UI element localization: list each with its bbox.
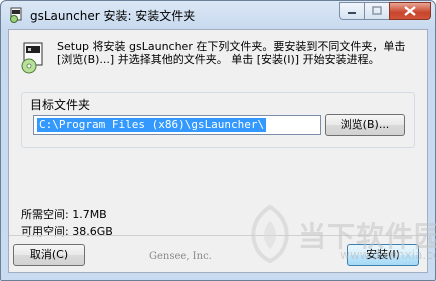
required-space: 所需空间: 1.7MB	[21, 208, 107, 221]
close-icon	[404, 6, 416, 16]
install-path-input[interactable]: C:\Program Files (x86)\gsLauncher\	[33, 115, 321, 135]
browse-button[interactable]: 浏览(B)...	[325, 114, 405, 136]
title-bar[interactable]: gsLauncher 安装: 安装文件夹	[1, 1, 435, 29]
cancel-button[interactable]: 取消(C)	[13, 244, 85, 266]
maximize-button[interactable]	[364, 2, 390, 20]
installer-icon	[8, 7, 24, 23]
watermark-logo-icon	[251, 204, 289, 263]
minimize-button[interactable]	[339, 2, 365, 20]
setup-package-icon	[20, 42, 46, 74]
site-watermark: 当下软件园 www.downxia.com	[240, 195, 436, 281]
window-title: gsLauncher 安装: 安装文件夹	[30, 9, 196, 23]
available-space: 可用空间: 38.6GB	[21, 225, 113, 238]
instructions-text: Setup 将安装 gsLauncher 在下列文件夹。要安装到不同文件夹，单击…	[57, 40, 406, 66]
vendor-label: Gensee, Inc.	[149, 251, 212, 262]
minimize-icon	[348, 12, 356, 14]
install-path-value: C:\Program Files (x86)\gsLauncher\	[37, 118, 267, 132]
target-folder-label: 目标文件夹	[29, 96, 92, 113]
maximize-icon	[372, 6, 382, 15]
watermark-url: www.downxia.com	[340, 248, 436, 262]
close-button[interactable]	[389, 2, 431, 20]
